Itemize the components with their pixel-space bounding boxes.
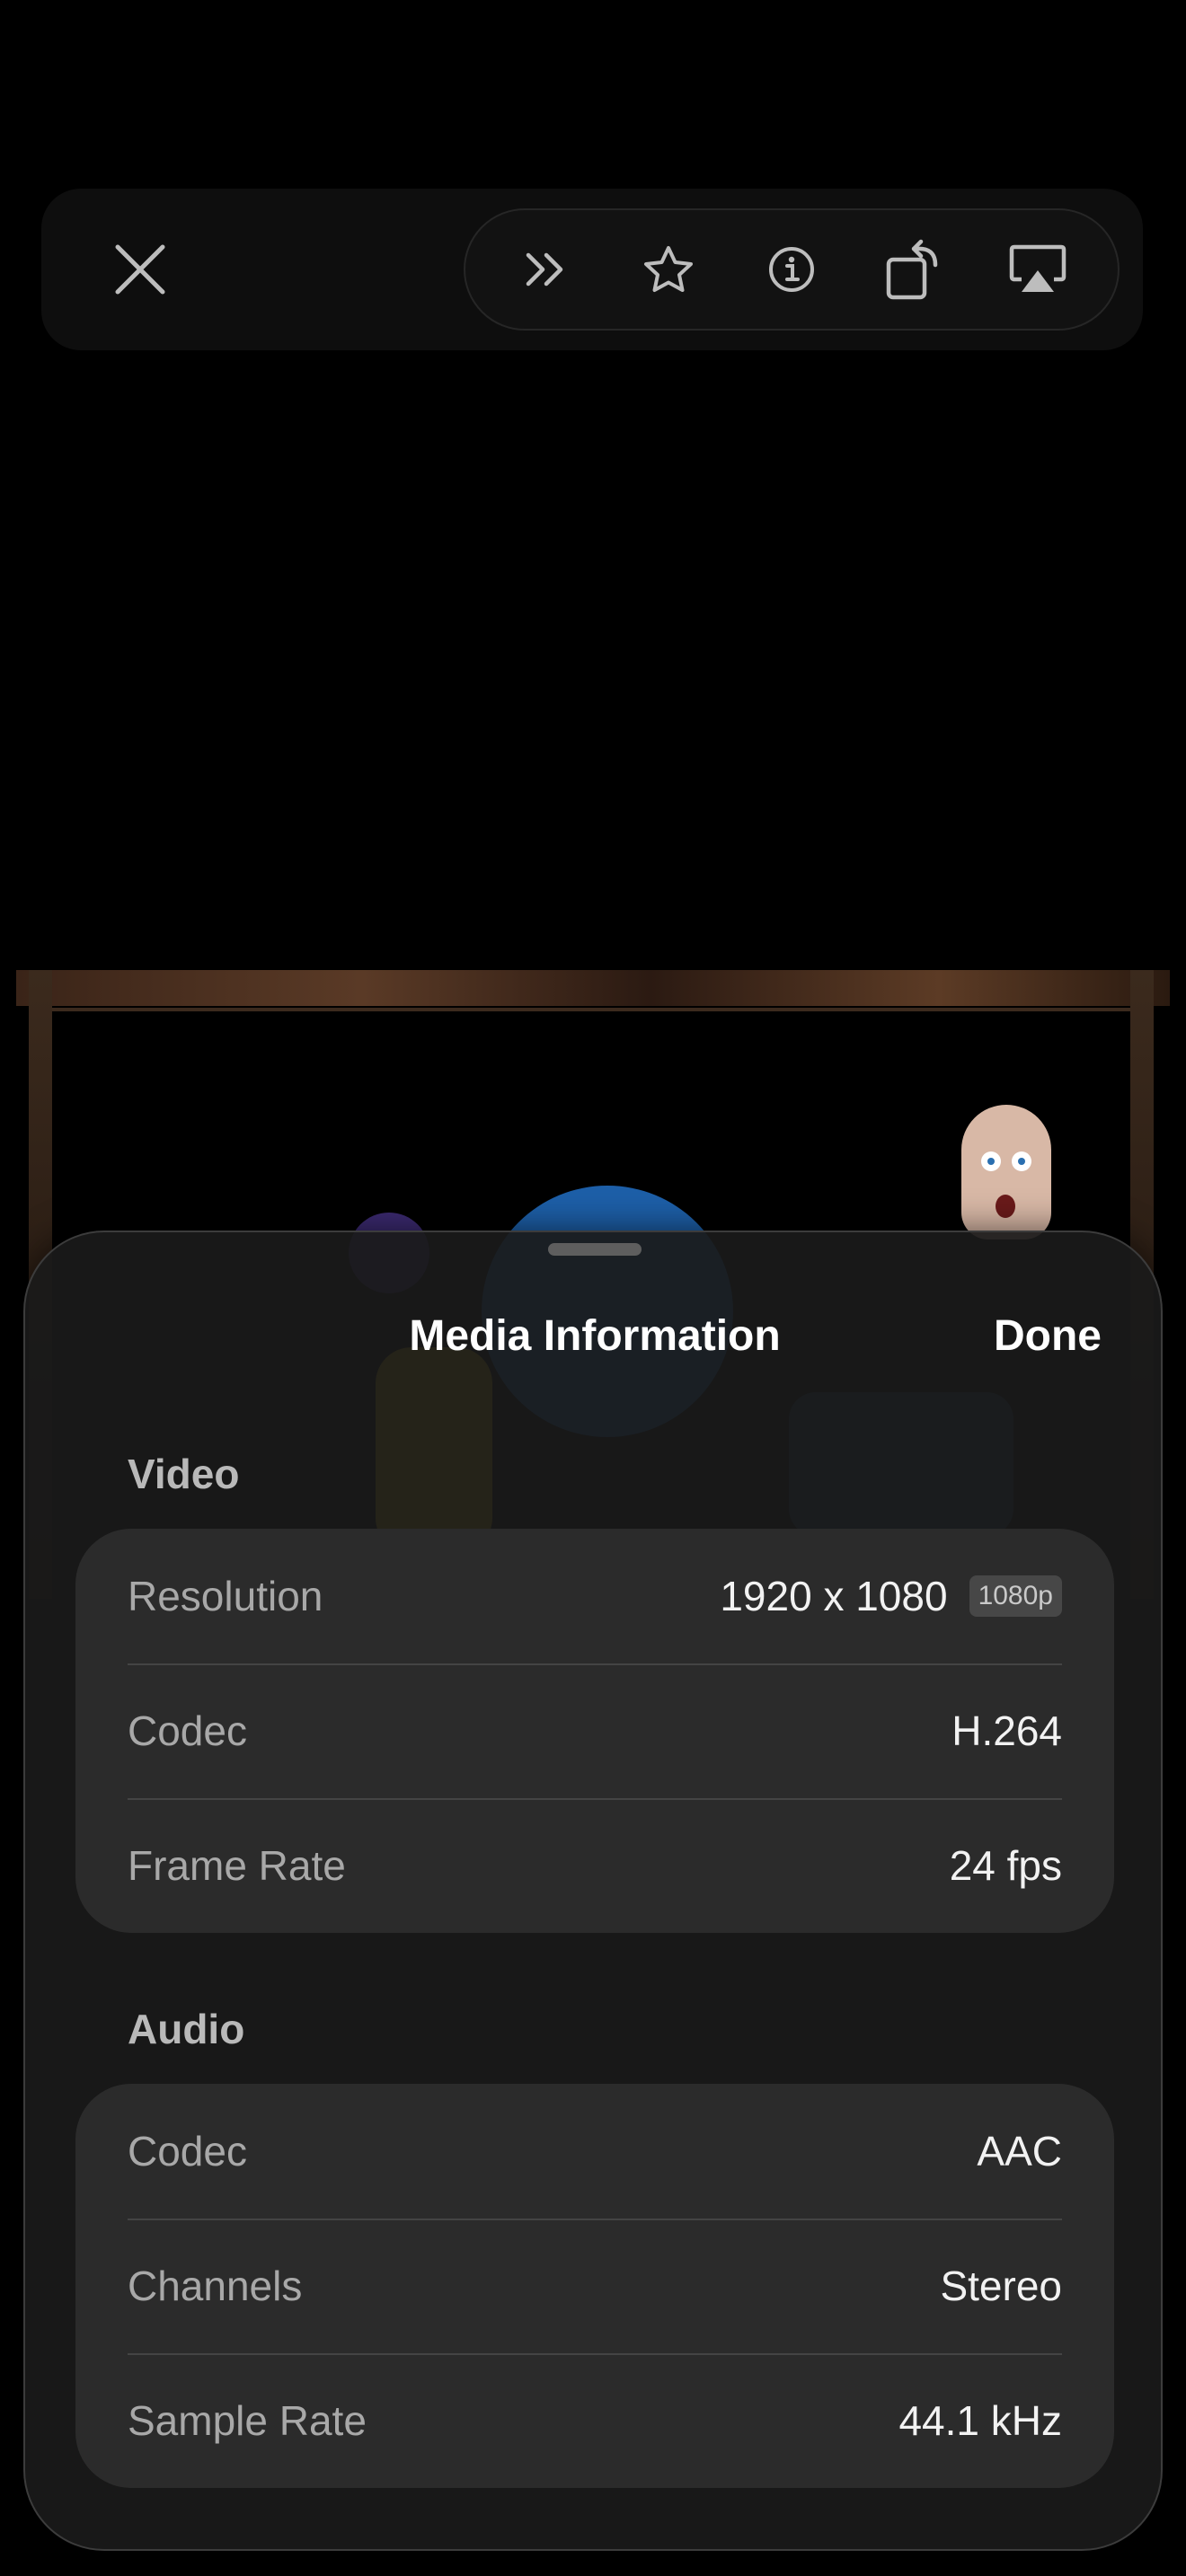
video-codec-row: Codec H.264 bbox=[75, 1663, 1114, 1798]
row-value: 44.1 kHz bbox=[898, 2397, 1062, 2444]
player-toolbar bbox=[41, 189, 1143, 350]
sheet-grabber[interactable] bbox=[548, 1243, 642, 1256]
info-button[interactable] bbox=[747, 225, 836, 314]
video-frame-rail bbox=[52, 1008, 1148, 1011]
row-label: Sample Rate bbox=[128, 2397, 367, 2444]
row-label: Codec bbox=[128, 2128, 247, 2175]
video-section-header: Video bbox=[128, 1451, 240, 1497]
close-icon bbox=[115, 244, 165, 295]
row-value: 24 fps bbox=[949, 1842, 1062, 1889]
airplay-button[interactable] bbox=[993, 225, 1083, 314]
audio-sample-rate-row: Sample Rate 44.1 kHz bbox=[75, 2353, 1114, 2488]
resolution-badge: 1080p bbox=[969, 1575, 1062, 1617]
row-value: H.264 bbox=[951, 1707, 1062, 1754]
airplay-icon bbox=[1010, 244, 1067, 292]
video-resolution-row: Resolution 1920 x 1080 1080p bbox=[75, 1529, 1114, 1663]
favorite-button[interactable] bbox=[624, 225, 713, 314]
row-label: Channels bbox=[128, 2263, 303, 2309]
player-actions-group bbox=[464, 208, 1120, 331]
video-frame-rate-row: Frame Rate 24 fps bbox=[75, 1798, 1114, 1933]
audio-codec-row: Codec AAC bbox=[75, 2084, 1114, 2219]
rotate-button[interactable] bbox=[870, 225, 960, 314]
resolution-value: 1920 x 1080 bbox=[720, 1573, 948, 1619]
audio-section-header: Audio bbox=[128, 2006, 245, 2052]
done-button[interactable]: Done bbox=[994, 1311, 1102, 1361]
rotate-icon bbox=[886, 239, 938, 300]
close-button[interactable] bbox=[95, 225, 185, 314]
audio-channels-row: Channels Stereo bbox=[75, 2219, 1114, 2353]
row-label: Resolution bbox=[128, 1573, 323, 1619]
star-icon bbox=[643, 246, 693, 292]
video-character bbox=[961, 1105, 1051, 1239]
media-information-sheet: Media Information Done Video Resolution … bbox=[23, 1231, 1163, 2551]
audio-info-group: Codec AAC Channels Stereo Sample Rate 44… bbox=[75, 2084, 1114, 2488]
row-value: AAC bbox=[977, 2128, 1062, 2175]
row-label: Frame Rate bbox=[128, 1842, 346, 1889]
row-label: Codec bbox=[128, 1707, 247, 1754]
video-frame-top-beam bbox=[16, 970, 1170, 1006]
skip-forward-button[interactable] bbox=[500, 225, 590, 314]
forward-skip-icon bbox=[526, 252, 562, 287]
row-value: 1920 x 1080 1080p bbox=[720, 1572, 1062, 1620]
row-value: Stereo bbox=[940, 2263, 1062, 2309]
info-icon bbox=[768, 247, 814, 292]
video-info-group: Resolution 1920 x 1080 1080p Codec H.264… bbox=[75, 1529, 1114, 1933]
